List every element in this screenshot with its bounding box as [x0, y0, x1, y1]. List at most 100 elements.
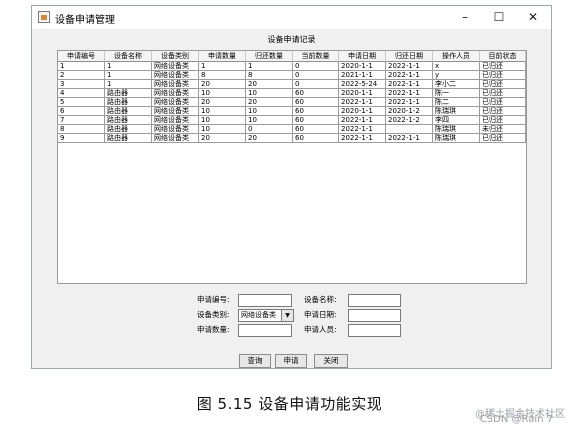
table-cell[interactable]: 2022-1-1 [386, 89, 433, 98]
table-cell[interactable]: 1 [105, 71, 152, 80]
column-header[interactable]: 申请日期 [339, 51, 386, 62]
table-cell[interactable]: 已归还 [480, 89, 526, 98]
table-cell[interactable]: 60 [293, 116, 339, 125]
table-cell[interactable]: 1 [199, 62, 246, 71]
close-button[interactable]: 关闭 [314, 354, 348, 368]
quantity-field[interactable] [238, 324, 292, 337]
close-window-button[interactable]: ✕ [520, 8, 546, 27]
table-cell[interactable]: y [433, 71, 480, 80]
table-cell[interactable]: 10 [199, 107, 246, 116]
table-cell[interactable]: 1 [58, 62, 105, 71]
table-cell[interactable]: 陈二 [433, 98, 480, 107]
table-cell[interactable]: 10 [246, 89, 293, 98]
column-header[interactable]: 目前状态 [480, 51, 526, 62]
table-cell[interactable]: 20 [246, 80, 293, 89]
table-cell[interactable]: 20 [246, 98, 293, 107]
table-cell[interactable]: 2022-1-1 [386, 71, 433, 80]
table-cell[interactable]: 已归还 [480, 134, 526, 143]
column-header[interactable]: 申请数量 [199, 51, 246, 62]
minimize-button[interactable]: – [452, 8, 478, 27]
table-cell[interactable]: 已归还 [480, 107, 526, 116]
table-cell[interactable]: 6 [58, 107, 105, 116]
table-cell[interactable]: 8 [246, 71, 293, 80]
table-cell[interactable]: 陈瑞琪 [433, 134, 480, 143]
table-cell[interactable]: 路由器 [105, 116, 152, 125]
category-select[interactable]: 网络设备类 ▼ [238, 309, 294, 322]
table-cell[interactable]: 网络设备类 [152, 116, 199, 125]
table-cell[interactable]: 60 [293, 107, 339, 116]
table-cell[interactable]: 4 [58, 89, 105, 98]
table-cell[interactable]: 60 [293, 98, 339, 107]
table-cell[interactable]: 2022-1-1 [386, 62, 433, 71]
table-cell[interactable]: 2020-1-1 [339, 62, 386, 71]
table-cell[interactable]: 10 [199, 116, 246, 125]
table-cell[interactable]: 8 [199, 71, 246, 80]
table-cell[interactable]: 已归还 [480, 62, 526, 71]
column-header[interactable]: 操作人员 [433, 51, 480, 62]
operator-field[interactable] [348, 324, 401, 337]
dropdown-arrow-icon[interactable]: ▼ [281, 310, 293, 321]
table-cell[interactable]: 网络设备类 [152, 98, 199, 107]
column-header[interactable]: 申请编号 [58, 51, 105, 62]
table-cell[interactable]: 已归还 [480, 71, 526, 80]
table-cell[interactable]: 1 [105, 80, 152, 89]
table-cell[interactable]: 20 [199, 98, 246, 107]
table-cell[interactable]: 已归还 [480, 80, 526, 89]
column-header[interactable]: 归还数量 [246, 51, 293, 62]
table-cell[interactable]: 网络设备类 [152, 80, 199, 89]
table-cell[interactable]: 网络设备类 [152, 134, 199, 143]
device-name-field[interactable] [348, 294, 401, 307]
apply-date-field[interactable] [348, 309, 401, 322]
table-cell[interactable]: 2022-1-1 [339, 125, 386, 134]
table-cell[interactable]: 未归还 [480, 125, 526, 134]
table-cell[interactable]: 0 [246, 125, 293, 134]
table-cell[interactable]: 路由器 [105, 125, 152, 134]
table-cell[interactable] [386, 125, 433, 134]
apply-id-field[interactable] [238, 294, 292, 307]
table-cell[interactable]: 2022-1-1 [386, 134, 433, 143]
table-cell[interactable]: 2022-1-1 [339, 98, 386, 107]
table-cell[interactable]: 9 [58, 134, 105, 143]
table-cell[interactable]: 2020-1-2 [386, 107, 433, 116]
table-cell[interactable]: 2022-1-2 [386, 116, 433, 125]
table-cell[interactable]: 李四 [433, 116, 480, 125]
table-cell[interactable]: 20 [246, 134, 293, 143]
table-cell[interactable]: 1 [105, 62, 152, 71]
table-cell[interactable]: 2022-1-1 [386, 98, 433, 107]
table-cell[interactable]: 20 [199, 80, 246, 89]
records-table[interactable]: 申请编号 设备名称 设备类别 申请数量 归还数量 当前数量 申请日期 归还日期 操作人员 目前状态… [57, 50, 527, 284]
table-cell[interactable]: 路由器 [105, 107, 152, 116]
table-cell[interactable]: 陈一 [433, 89, 480, 98]
table-cell[interactable]: 0 [293, 80, 339, 89]
table-cell[interactable]: 2022-5-24 [339, 80, 386, 89]
table-cell[interactable]: 3 [58, 80, 105, 89]
table-cell[interactable]: 60 [293, 89, 339, 98]
table-cell[interactable]: 2021-1-1 [339, 71, 386, 80]
query-button[interactable]: 查询 [239, 354, 271, 368]
table-cell[interactable]: 2020-1-1 [339, 107, 386, 116]
table-cell[interactable]: 0 [293, 62, 339, 71]
table-cell[interactable]: 李小二 [433, 80, 480, 89]
table-cell[interactable]: 2020-1-1 [339, 89, 386, 98]
apply-button[interactable]: 申请 [275, 354, 307, 368]
table-cell[interactable]: 网络设备类 [152, 71, 199, 80]
table-cell[interactable]: 8 [58, 125, 105, 134]
column-header[interactable]: 归还日期 [386, 51, 433, 62]
table-cell[interactable]: 0 [293, 71, 339, 80]
column-header[interactable]: 当前数量 [293, 51, 339, 62]
table-cell[interactable]: 7 [58, 116, 105, 125]
table-cell[interactable]: 已归还 [480, 98, 526, 107]
table-cell[interactable]: 路由器 [105, 134, 152, 143]
table-cell[interactable]: 2022-1-1 [339, 134, 386, 143]
table-cell[interactable]: 10 [246, 107, 293, 116]
table-cell[interactable]: 已归还 [480, 116, 526, 125]
table-cell[interactable]: 10 [199, 125, 246, 134]
table-cell[interactable]: 路由器 [105, 98, 152, 107]
table-cell[interactable]: 60 [293, 125, 339, 134]
table-cell[interactable]: 2022-1-1 [339, 116, 386, 125]
table-cell[interactable]: 1 [246, 62, 293, 71]
table-cell[interactable]: 网络设备类 [152, 107, 199, 116]
table-cell[interactable]: 2022-1-1 [386, 80, 433, 89]
table-cell[interactable]: 5 [58, 98, 105, 107]
table-cell[interactable]: 20 [199, 134, 246, 143]
